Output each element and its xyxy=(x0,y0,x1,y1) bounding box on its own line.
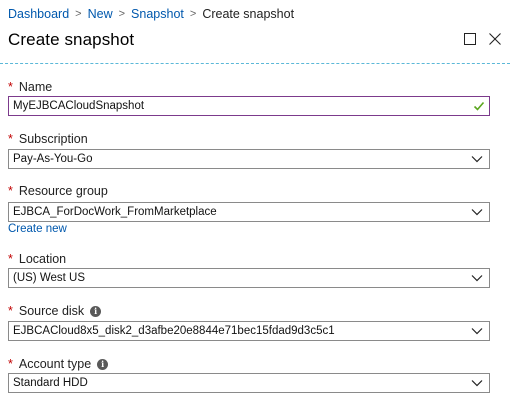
account-type-select[interactable]: Standard HDD xyxy=(8,373,490,393)
required-marker: * xyxy=(8,357,13,371)
header-separator xyxy=(0,63,510,64)
required-marker: * xyxy=(8,304,13,318)
source-disk-select[interactable]: EJBCACloud8x5_disk2_d3afbe20e8844e71bec1… xyxy=(8,321,490,341)
required-marker: * xyxy=(8,80,13,94)
chevron-down-icon xyxy=(471,209,483,216)
breadcrumb: Dashboard > New > Snapshot > Create snap… xyxy=(8,6,294,22)
account-type-label: * Account type i xyxy=(8,357,109,371)
location-label: * Location xyxy=(8,252,67,266)
breadcrumb-separator-icon: > xyxy=(75,8,82,20)
page-title: Create snapshot xyxy=(8,30,135,49)
close-button[interactable] xyxy=(487,31,503,47)
resource-group-select[interactable]: EJBCA_ForDocWork_FromMarketplace xyxy=(8,202,490,222)
info-icon[interactable]: i xyxy=(90,305,102,317)
breadcrumb-new[interactable]: New xyxy=(88,7,113,21)
subscription-label: * Subscription xyxy=(8,132,88,146)
chevron-down-icon xyxy=(471,380,483,387)
breadcrumb-separator-icon: > xyxy=(189,8,197,20)
chevron-down-icon xyxy=(471,328,483,335)
info-icon[interactable]: i xyxy=(97,358,109,370)
name-input[interactable]: MyEJBCACloudSnapshot xyxy=(8,96,490,116)
required-marker: * xyxy=(8,132,13,146)
subscription-select[interactable]: Pay-As-You-Go xyxy=(8,149,490,169)
breadcrumb-snapshot[interactable]: Snapshot xyxy=(131,7,184,21)
breadcrumb-current: Create snapshot xyxy=(202,7,295,21)
required-marker: * xyxy=(8,184,13,198)
maximize-button[interactable] xyxy=(462,31,478,47)
location-select[interactable]: (US) West US xyxy=(8,268,490,288)
create-new-link[interactable]: Create new xyxy=(8,223,67,235)
required-marker: * xyxy=(8,252,13,266)
name-label: * Name xyxy=(8,80,53,94)
close-icon xyxy=(489,33,501,45)
resource-group-label: * Resource group xyxy=(8,184,108,198)
chevron-down-icon xyxy=(471,275,483,282)
checkmark-icon xyxy=(473,101,485,111)
breadcrumb-dashboard[interactable]: Dashboard xyxy=(8,7,69,21)
breadcrumb-separator-icon: > xyxy=(118,8,126,20)
chevron-down-icon xyxy=(471,156,483,163)
maximize-icon xyxy=(464,33,476,45)
source-disk-label: * Source disk i xyxy=(8,304,102,318)
